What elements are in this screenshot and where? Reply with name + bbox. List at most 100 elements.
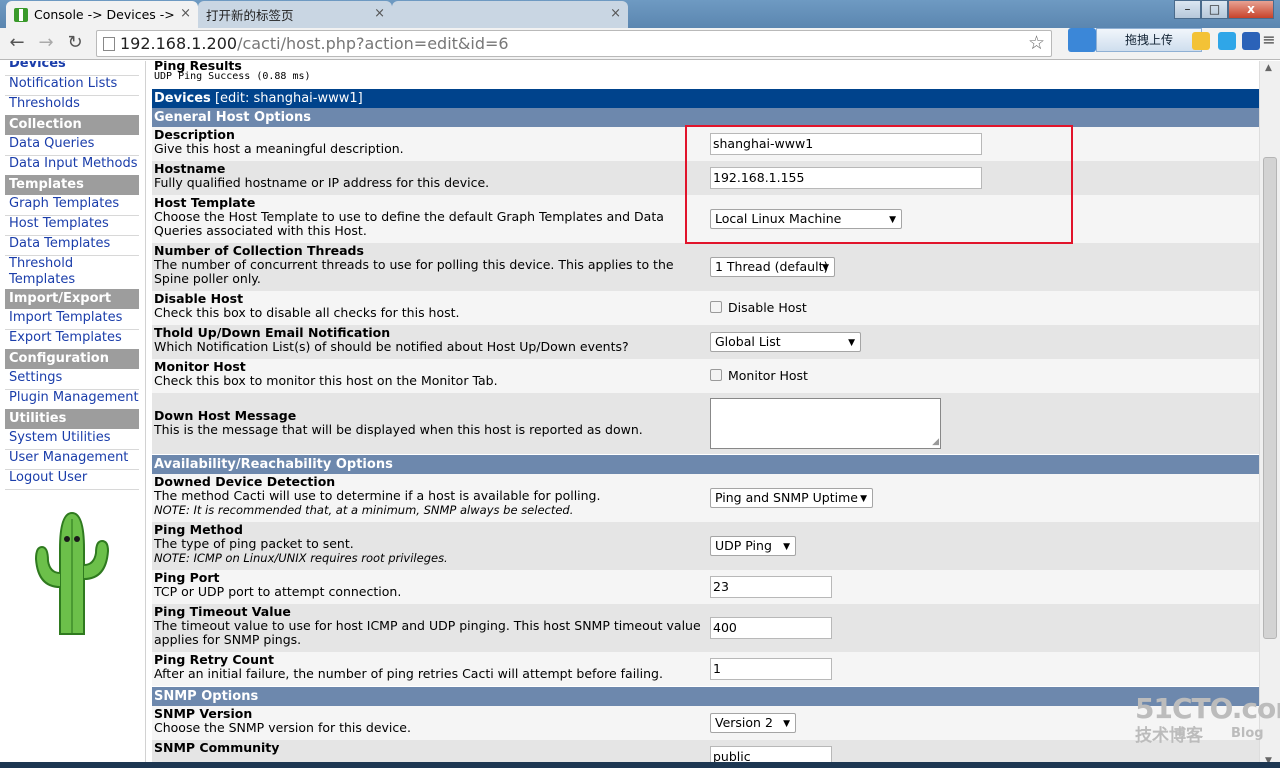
ping-port-input[interactable]: 23: [710, 576, 832, 598]
row-disable-host: Disable Host Check this box to disable al…: [152, 291, 1259, 325]
sidebar-item-data-input-methods[interactable]: Data Input Methods: [5, 156, 139, 176]
collection-threads-select[interactable]: 1 Thread (default) ▼: [710, 257, 835, 277]
extension-icon[interactable]: [1218, 32, 1236, 50]
minimize-button[interactable]: –: [1174, 0, 1201, 19]
dropdown-arrow-icon: ▼: [783, 719, 790, 729]
highlight-box: [685, 125, 1073, 244]
field-help: Choose the SNMP version for this device.: [154, 720, 411, 735]
checkbox-icon[interactable]: [710, 369, 722, 381]
row-snmp-version: SNMP Version Choose the SNMP version for …: [152, 706, 1259, 740]
field-help: TCP or UDP port to attempt connection.: [154, 584, 402, 599]
extension-icon[interactable]: [1242, 32, 1260, 50]
monitor-host-checkbox[interactable]: Monitor Host: [710, 368, 808, 383]
page-scrollbar[interactable]: ▲ ▼: [1259, 61, 1280, 768]
field-label: Downed Device Detection: [154, 474, 336, 489]
form-title: Devices: [154, 91, 211, 106]
checkbox-label: Disable Host: [728, 300, 807, 315]
sidebar-item-plugin-management[interactable]: Plugin Management: [5, 390, 139, 410]
downed-detection-select[interactable]: Ping and SNMP Uptime ▼: [710, 488, 873, 508]
sidebar-item-threshold-templates[interactable]: Threshold Templates: [5, 256, 101, 290]
tab-other[interactable]: ×: [392, 1, 628, 28]
field-help: Which Notification List(s) of should be …: [154, 339, 629, 354]
tab-close-icon[interactable]: ×: [180, 6, 191, 21]
tab-console-devices[interactable]: Console -> Devices -> ×: [6, 1, 198, 28]
sidebar-menu: Devices Notification Lists Thresholds Co…: [0, 61, 146, 768]
field-help: The type of ping packet to sent.: [154, 536, 354, 551]
row-monitor-host: Monitor Host Check this box to monitor th…: [152, 359, 1259, 393]
os-taskbar: [0, 762, 1280, 768]
scrollbar-thumb[interactable]: [1263, 157, 1277, 639]
sidebar-item-data-templates[interactable]: Data Templates: [5, 236, 139, 256]
ping-timeout-input[interactable]: 400: [710, 617, 832, 639]
field-note: NOTE: ICMP on Linux/UNIX requires root p…: [154, 551, 448, 565]
maximize-button[interactable]: □: [1201, 0, 1228, 19]
sidebar-item-user-management[interactable]: User Management: [5, 450, 139, 470]
menu-icon[interactable]: ≡: [1262, 32, 1276, 50]
field-label: Host Template: [154, 195, 256, 210]
field-help: After an initial failure, the number of …: [154, 666, 663, 681]
sidebar-item-settings[interactable]: Settings: [5, 370, 139, 390]
field-help: The timeout value to use for host ICMP a…: [154, 618, 701, 647]
resize-grip-icon[interactable]: ◢: [932, 437, 939, 447]
field-label: Ping Retry Count: [154, 652, 274, 667]
page-content: Devices Notification Lists Thresholds Co…: [0, 61, 1280, 768]
tab-close-icon[interactable]: ×: [610, 6, 621, 21]
scroll-up-icon[interactable]: ▲: [1265, 63, 1272, 73]
field-label: Monitor Host: [154, 359, 246, 374]
checkbox-label: Monitor Host: [728, 368, 808, 383]
select-value: 1 Thread (default): [715, 259, 829, 274]
row-ping-timeout: Ping Timeout Value The timeout value to u…: [152, 604, 1259, 652]
sidebar-item-logout-user[interactable]: Logout User: [5, 470, 139, 490]
sidebar-header-templates: Templates: [5, 175, 139, 195]
checkbox-icon[interactable]: [710, 301, 722, 313]
row-ping-method: Ping Method The type of ping packet to se…: [152, 522, 1259, 570]
ping-method-select[interactable]: UDP Ping ▼: [710, 536, 796, 556]
field-help: This is the message that will be display…: [154, 422, 643, 437]
sidebar-item-system-utilities[interactable]: System Utilities: [5, 430, 139, 450]
sidebar-item-notification-lists[interactable]: Notification Lists: [5, 76, 139, 96]
sidebar-item-export-templates[interactable]: Export Templates: [5, 330, 139, 350]
snmp-version-select[interactable]: Version 2 ▼: [710, 713, 796, 733]
field-help: Give this host a meaningful description.: [154, 141, 404, 156]
cloud-icon[interactable]: [1068, 28, 1096, 52]
sidebar-item-graph-templates[interactable]: Graph Templates: [5, 196, 139, 216]
field-help: The number of concurrent threads to use …: [154, 257, 674, 286]
down-host-message-textarea[interactable]: ◢: [710, 398, 941, 449]
dropdown-arrow-icon: ▼: [848, 338, 855, 348]
reload-icon[interactable]: ↻: [63, 32, 87, 56]
address-bar[interactable]: 192.168.1.200/cacti/host.php?action=edit…: [96, 30, 1052, 57]
close-window-button[interactable]: x: [1228, 0, 1274, 19]
tab-close-icon[interactable]: ×: [374, 6, 385, 21]
tab-new-tab[interactable]: 打开新的标签页 ×: [198, 1, 392, 28]
row-down-host-message: Down Host Message This is the message tha…: [152, 393, 1259, 454]
row-ping-retry: Ping Retry Count After an initial failure…: [152, 652, 1259, 686]
sidebar-header-utilities: Utilities: [5, 409, 139, 429]
url-host: 192.168.1.200: [120, 34, 238, 53]
dropdown-arrow-icon: ▼: [822, 263, 829, 273]
field-note: NOTE: It is recommended that, at a minim…: [154, 503, 574, 517]
bookmark-star-icon[interactable]: ☆: [1028, 32, 1045, 54]
ping-retry-input[interactable]: 1: [710, 658, 832, 680]
sidebar-item-thresholds[interactable]: Thresholds: [5, 96, 139, 116]
forward-icon[interactable]: →: [34, 32, 58, 56]
sidebar-item-data-queries[interactable]: Data Queries: [5, 136, 139, 156]
field-label: Ping Method: [154, 522, 243, 537]
extension-icon[interactable]: [1192, 32, 1210, 50]
disable-host-checkbox[interactable]: Disable Host: [710, 300, 807, 315]
notification-list-select[interactable]: Global List ▼: [710, 332, 861, 352]
sidebar-item-devices[interactable]: Devices: [5, 61, 139, 76]
dropdown-arrow-icon: ▼: [860, 494, 867, 504]
field-help: Check this box to monitor this host on t…: [154, 373, 498, 388]
row-thold-notification: Thold Up/Down Email Notification Which No…: [152, 325, 1259, 359]
browser-tab-strip: Console -> Devices -> × 打开新的标签页 × × – □ …: [0, 0, 1280, 28]
sidebar-item-import-templates[interactable]: Import Templates: [5, 310, 139, 330]
sidebar-item-host-templates[interactable]: Host Templates: [5, 216, 139, 236]
select-value: UDP Ping: [715, 538, 772, 553]
field-help: Choose the Host Template to use to defin…: [154, 209, 664, 238]
drag-upload-button[interactable]: 拖拽上传: [1096, 28, 1202, 52]
url-text: 192.168.1.200/cacti/host.php?action=edit…: [120, 34, 509, 53]
select-value: Ping and SNMP Uptime: [715, 490, 858, 505]
field-label: Ping Timeout Value: [154, 604, 291, 619]
back-icon[interactable]: ←: [5, 32, 29, 56]
field-label: SNMP Version: [154, 706, 253, 721]
